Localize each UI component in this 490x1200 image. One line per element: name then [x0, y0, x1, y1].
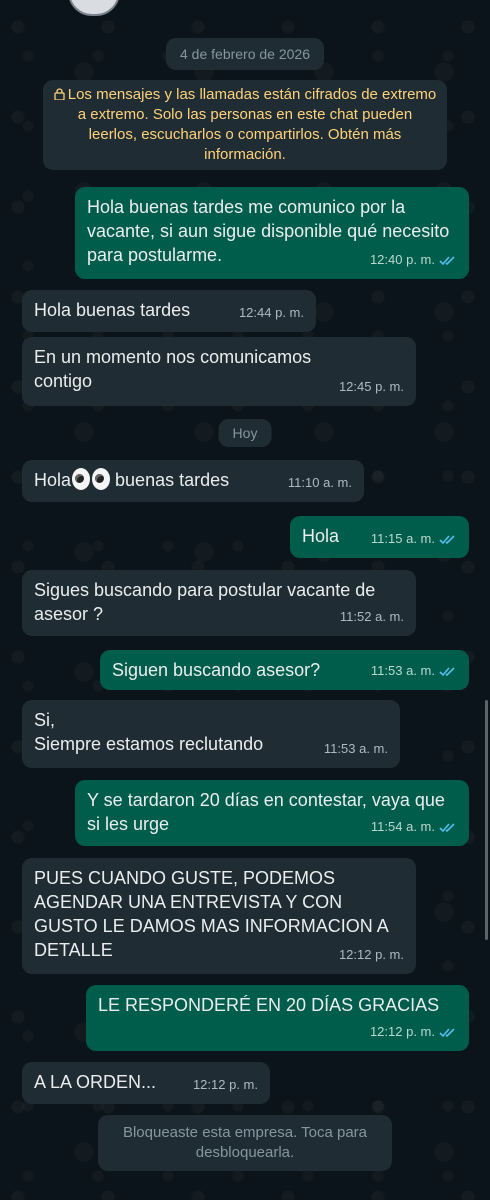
message-incoming[interactable]: Si, Siempre estamos reclutando 11:53 a. … — [22, 700, 400, 768]
message-time: 11:52 a. m. — [339, 609, 404, 624]
read-ticks-icon — [439, 666, 455, 676]
encryption-notice-text: Los mensajes y las llamadas están cifrad… — [67, 86, 437, 163]
message-incoming[interactable]: PUES CUANDO GUSTE, PODEMOS AGENDAR UNA E… — [22, 858, 416, 974]
message-text-line: Si, — [34, 710, 56, 730]
message-text: Hola — [302, 526, 340, 546]
message-incoming[interactable]: En un momento nos comunicamos contigo 12… — [22, 337, 416, 406]
read-ticks-icon — [439, 255, 455, 265]
message-time: 12:12 p. m. — [192, 1077, 258, 1092]
read-ticks-icon — [439, 534, 455, 544]
eyes-emoji-icon — [71, 468, 111, 490]
message-outgoing[interactable]: Hola 11:15 a. m. — [290, 516, 469, 558]
message-text: Siguen buscando asesor? — [112, 660, 321, 680]
message-text: A LA ORDEN... — [34, 1072, 157, 1092]
read-ticks-icon — [439, 1027, 455, 1037]
message-time: 12:45 p. m. — [338, 379, 404, 394]
message-outgoing[interactable]: Y se tardaron 20 días en contestar, vaya… — [75, 780, 469, 846]
read-ticks-icon — [439, 822, 455, 832]
message-text: Hola buenas tardes — [34, 300, 191, 320]
message-text: En un momento nos comunicamos contigo — [34, 347, 312, 391]
message-outgoing[interactable]: LE RESPONDERÉ EN 20 DÍAS GRACIAS 12:12 p… — [86, 985, 469, 1051]
message-incoming[interactable]: Sigues buscando para postular vacante de… — [22, 570, 416, 636]
message-text: LE RESPONDERÉ EN 20 DÍAS GRACIAS — [98, 995, 440, 1015]
date-separator: 4 de febrero de 2026 — [166, 38, 324, 70]
message-time: 11:10 a. m. — [287, 475, 352, 490]
message-time: 11:54 a. m. — [370, 819, 435, 834]
message-outgoing[interactable]: Siguen buscando asesor? 11:53 a. m. — [100, 650, 469, 690]
message-time: 12:12 p. m. — [369, 1024, 435, 1039]
message-incoming[interactable]: A LA ORDEN... 12:12 p. m. — [22, 1062, 270, 1104]
encryption-notice[interactable]: Los mensajes y las llamadas están cifrad… — [43, 80, 447, 170]
message-time: 12:12 p. m. — [338, 947, 404, 962]
message-time: 11:53 a. m. — [370, 663, 435, 678]
message-time: 12:44 p. m. — [238, 305, 304, 320]
message-incoming[interactable]: Hola buenas tardes 12:44 p. m. — [22, 290, 316, 332]
message-incoming[interactable]: Hola buenas tardes 11:10 a. m. — [22, 460, 364, 502]
message-time: 11:53 a. m. — [323, 741, 388, 756]
message-text-end: buenas tardes — [115, 470, 230, 490]
message-text-start: Hola — [34, 470, 72, 490]
blocked-notice[interactable]: Bloqueaste esta empresa. Toca para desbl… — [98, 1115, 392, 1171]
message-time: 12:40 p. m. — [369, 252, 435, 267]
scrollbar[interactable] — [485, 700, 488, 940]
message-time: 11:15 a. m. — [370, 531, 435, 546]
message-outgoing[interactable]: Hola buenas tardes me comunico por la va… — [75, 187, 469, 279]
today-separator: Hoy — [218, 419, 272, 447]
lock-icon — [54, 88, 65, 100]
